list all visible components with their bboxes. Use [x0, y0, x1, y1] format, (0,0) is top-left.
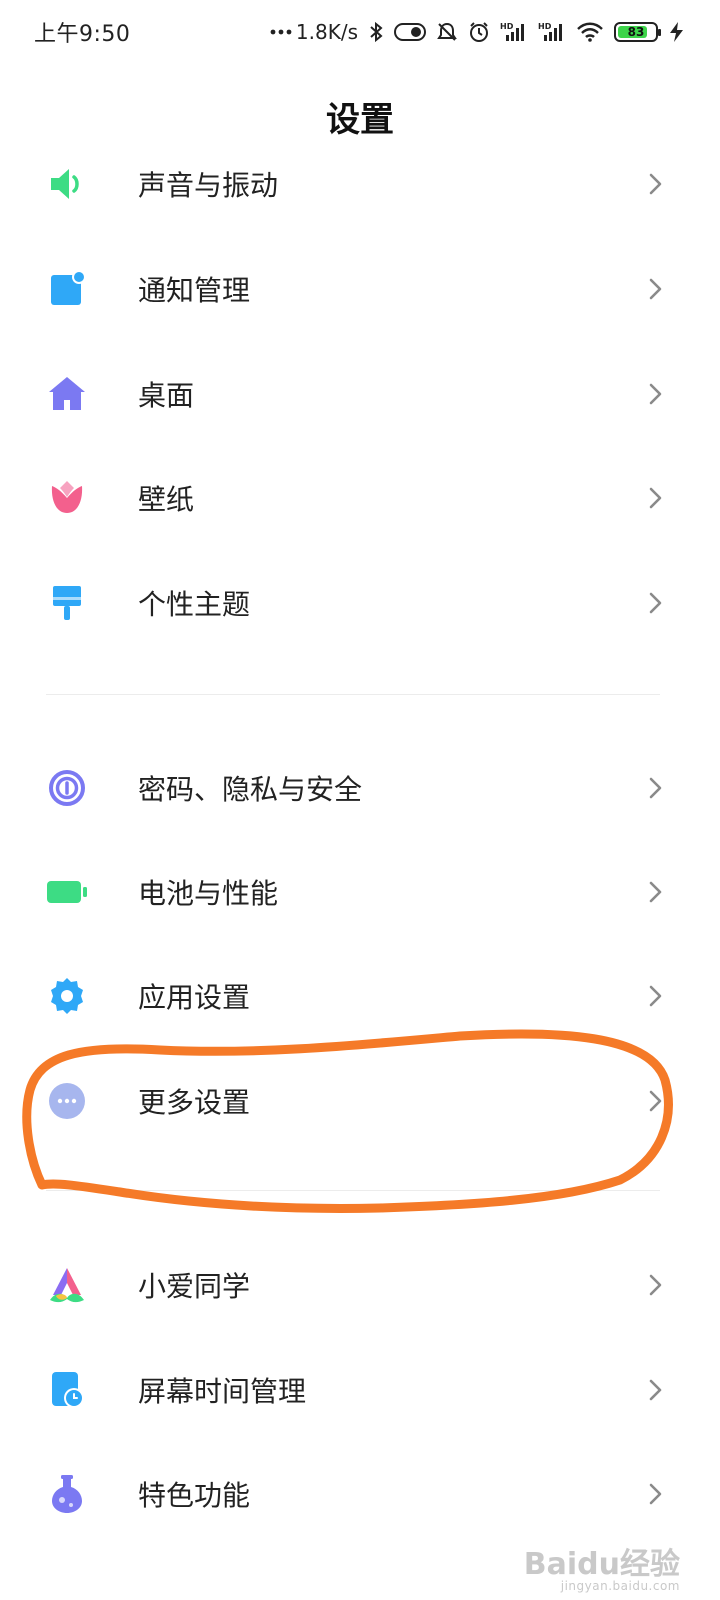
settings-item-label: 声音与振动	[138, 169, 279, 202]
settings-item-themes[interactable]: 个性主题	[0, 553, 720, 653]
tulip-icon	[46, 477, 88, 519]
chevron-right-icon	[649, 1379, 662, 1401]
battery-icon: 83	[614, 22, 661, 42]
chevron-right-icon	[649, 1274, 662, 1296]
settings-item-label: 特色功能	[138, 1479, 251, 1512]
settings-item-special-features[interactable]: 特色功能	[0, 1444, 720, 1544]
settings-item-home-screen[interactable]: 桌面	[0, 344, 720, 444]
settings-item-label: 密码、隐私与安全	[138, 773, 363, 806]
more-dots-icon	[46, 1080, 88, 1122]
chevron-right-icon	[649, 592, 662, 614]
settings-item-label: 壁纸	[138, 483, 195, 516]
svg-text:HD: HD	[538, 22, 552, 31]
dots-icon	[270, 29, 292, 35]
battery-level: 83	[627, 25, 645, 39]
settings-item-wallpaper[interactable]: 壁纸	[0, 448, 720, 548]
chevron-right-icon	[649, 1090, 662, 1112]
speaker-icon	[46, 163, 88, 205]
screen-time-icon	[46, 1369, 88, 1411]
settings-item-label: 更多设置	[138, 1086, 251, 1119]
wifi-icon	[576, 21, 604, 43]
hd-signal-icon: HD	[500, 21, 528, 43]
settings-item-label: 电池与性能	[138, 877, 279, 910]
status-bar: 上午9:50 1.8K/s HD HD 83	[0, 0, 720, 64]
toggle-icon	[394, 23, 426, 41]
xiaoai-icon	[46, 1264, 88, 1306]
settings-item-label: 通知管理	[138, 274, 251, 307]
chevron-right-icon	[649, 1483, 662, 1505]
settings-item-label: 个性主题	[138, 588, 251, 621]
chevron-right-icon	[649, 777, 662, 799]
settings-item-label: 小爱同学	[138, 1270, 251, 1303]
settings-item-battery[interactable]: 电池与性能	[0, 842, 720, 942]
home-icon	[46, 373, 88, 415]
chevron-right-icon	[649, 383, 662, 405]
settings-item-notifications[interactable]: 通知管理	[0, 239, 720, 339]
status-icons: 1.8K/s HD HD 83	[270, 20, 686, 44]
section-divider	[46, 1190, 660, 1191]
settings-item-label: 桌面	[138, 379, 195, 412]
mute-icon	[436, 21, 458, 43]
chevron-right-icon	[649, 881, 662, 903]
settings-item-apps[interactable]: 应用设置	[0, 946, 720, 1046]
flask-icon	[46, 1473, 88, 1515]
bluetooth-icon	[368, 21, 384, 43]
charging-icon	[668, 21, 686, 43]
gear-icon	[46, 975, 88, 1017]
settings-item-privacy-security[interactable]: 密码、隐私与安全	[0, 738, 720, 838]
fingerprint-icon	[46, 767, 88, 809]
battery-icon	[46, 871, 88, 913]
alarm-icon	[468, 21, 490, 43]
chevron-right-icon	[649, 278, 662, 300]
hd-signal-icon: HD	[538, 21, 566, 43]
paintbrush-icon	[46, 582, 88, 624]
notification-icon	[46, 268, 88, 310]
settings-item-xiaoai[interactable]: 小爱同学	[0, 1235, 720, 1335]
watermark-brand: Baidu经验	[523, 1547, 680, 1582]
section-divider	[46, 694, 660, 695]
svg-text:HD: HD	[500, 22, 514, 31]
settings-item-label: 屏幕时间管理	[138, 1375, 307, 1408]
watermark: Baidu经验 jingyan.baidu.com	[523, 1547, 680, 1593]
settings-item-sound[interactable]: 声音与振动	[0, 134, 720, 234]
settings-item-label: 应用设置	[138, 981, 251, 1014]
status-time: 上午9:50	[34, 22, 131, 47]
chevron-right-icon	[649, 985, 662, 1007]
chevron-right-icon	[649, 487, 662, 509]
settings-item-more[interactable]: 更多设置	[0, 1051, 720, 1151]
chevron-right-icon	[649, 173, 662, 195]
settings-item-screen-time[interactable]: 屏幕时间管理	[0, 1340, 720, 1440]
network-speed: 1.8K/s	[295, 20, 358, 44]
